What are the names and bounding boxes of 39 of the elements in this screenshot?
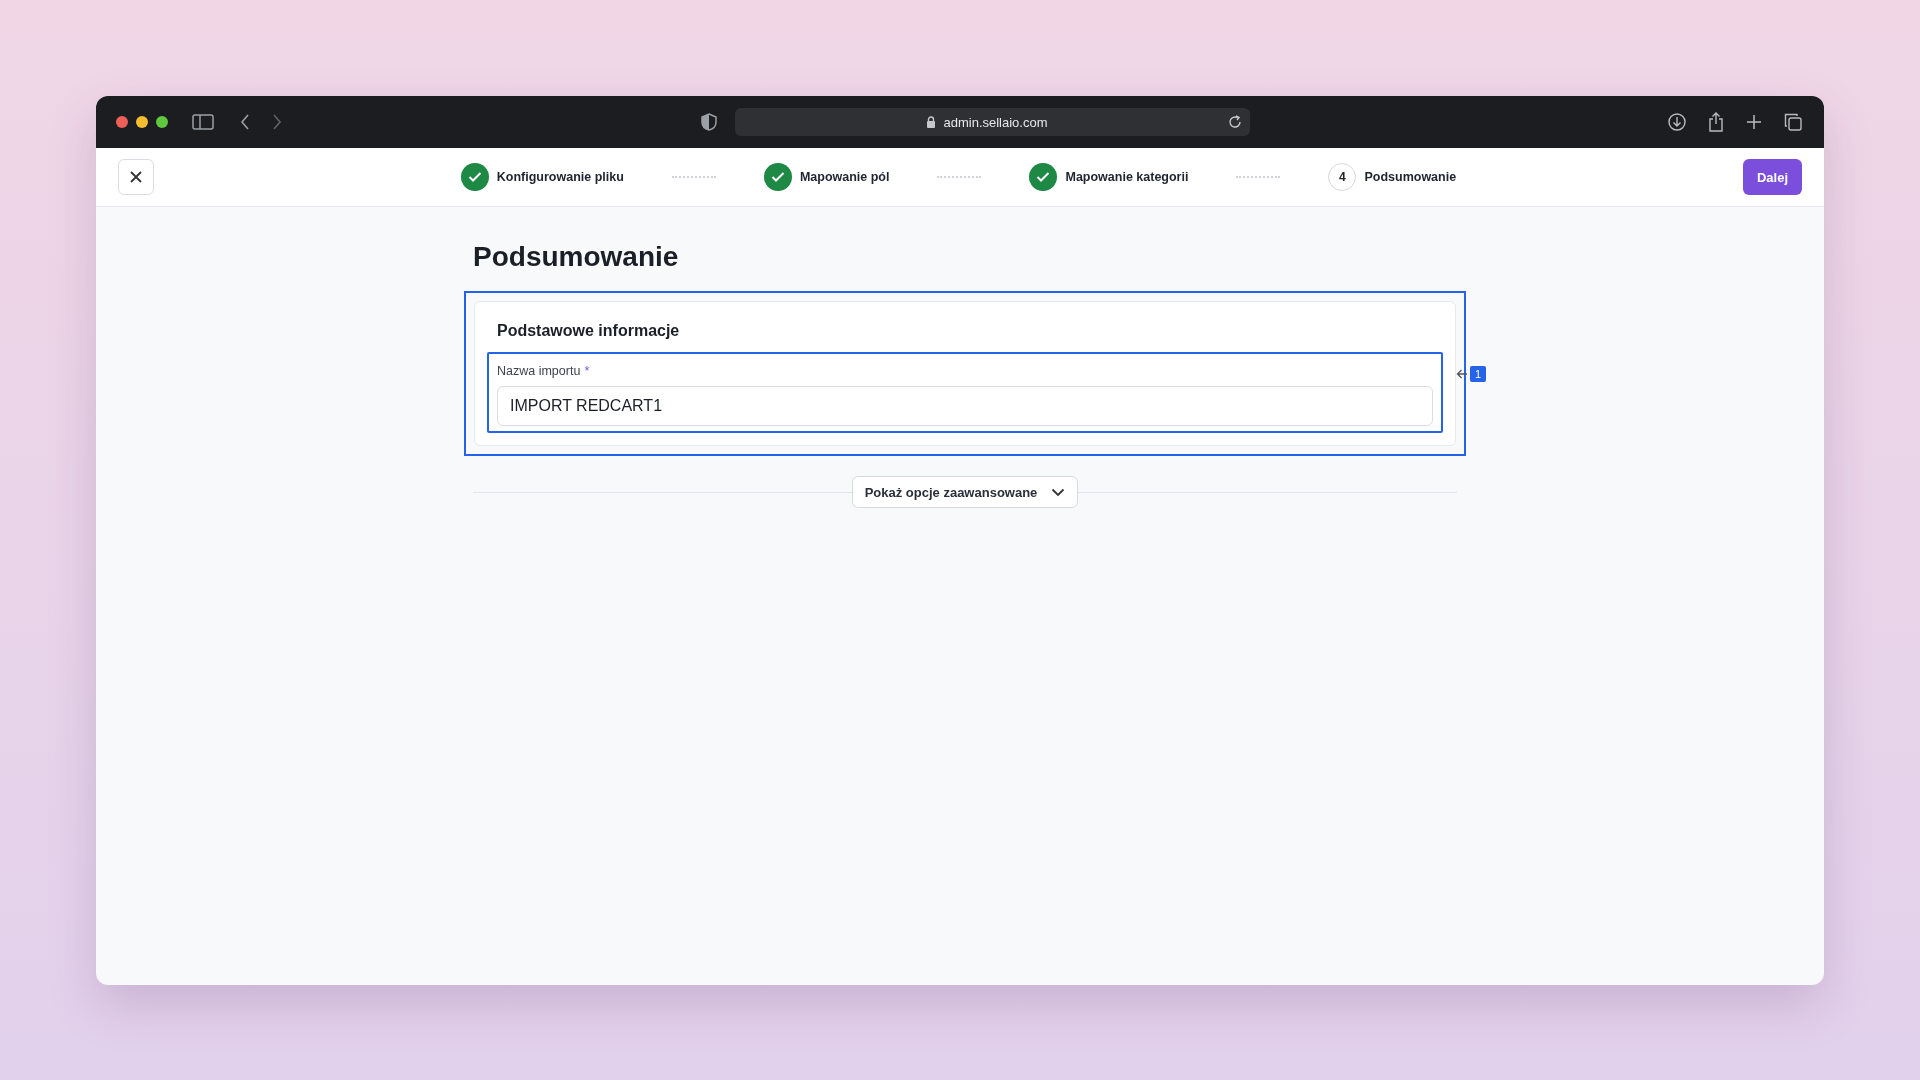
step-connector xyxy=(937,176,982,178)
shield-icon[interactable] xyxy=(700,113,717,131)
step-label: Mapowanie kategorii xyxy=(1065,170,1189,184)
minimize-window-icon[interactable] xyxy=(136,116,148,128)
zoom-window-icon[interactable] xyxy=(156,116,168,128)
back-icon[interactable] xyxy=(240,114,250,130)
address-bar[interactable]: admin.sellaio.com xyxy=(734,108,1250,136)
page-title: Podsumowanie xyxy=(473,241,680,273)
tabs-icon[interactable] xyxy=(1784,113,1802,131)
required-marker: * xyxy=(584,364,590,378)
url-text: admin.sellaio.com xyxy=(943,114,1048,130)
wizard-step[interactable]: Konfigurowanie pliku xyxy=(460,163,624,191)
wizard-step[interactable]: Mapowanie kategorii xyxy=(1029,163,1189,191)
close-button[interactable] xyxy=(118,159,154,195)
step-label: Mapowanie pól xyxy=(799,170,890,184)
chevron-down-icon xyxy=(1051,487,1066,497)
advanced-options-button[interactable]: Pokaż opcje zaawansowane xyxy=(851,476,1079,508)
download-icon[interactable] xyxy=(1668,113,1686,131)
input-field[interactable]: IMPORT REDCART1 xyxy=(497,386,1433,426)
close-window-icon[interactable] xyxy=(116,116,128,128)
arrow-left-icon xyxy=(1455,368,1468,380)
next-button[interactable]: Dalej xyxy=(1742,159,1802,195)
step-label: Podsumowanie xyxy=(1364,170,1457,184)
step-connector xyxy=(1236,176,1281,178)
lock-icon xyxy=(926,116,937,128)
annotation-badge: 1 xyxy=(1469,366,1486,382)
forward-icon[interactable] xyxy=(272,114,282,130)
share-icon[interactable] xyxy=(1708,112,1724,132)
wizard-step[interactable]: Mapowanie pól xyxy=(763,163,890,191)
section-title: Podstawowe informacje xyxy=(497,322,681,340)
close-icon xyxy=(129,170,143,184)
step-label: Konfigurowanie pliku xyxy=(496,170,624,184)
plus-icon[interactable] xyxy=(1746,114,1762,130)
step-connector xyxy=(671,176,716,178)
sidebar-icon[interactable] xyxy=(192,114,214,130)
step-number: 4 xyxy=(1328,163,1357,191)
field-label: Nazwa importu xyxy=(497,364,581,378)
wizard-step[interactable]: 4 Podsumowanie xyxy=(1328,163,1457,191)
reload-icon[interactable] xyxy=(1227,115,1242,129)
